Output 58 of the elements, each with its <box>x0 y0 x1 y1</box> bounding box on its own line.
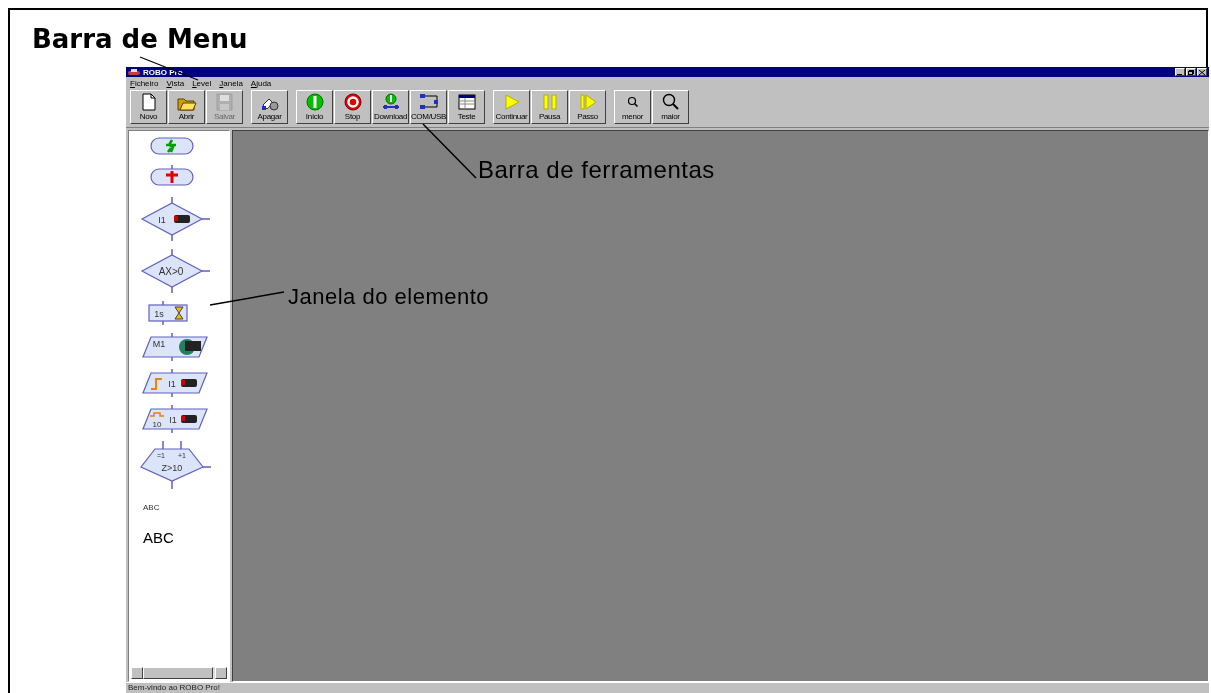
minimize-button[interactable] <box>1175 68 1185 76</box>
open-button[interactable]: Abrir <box>168 90 205 124</box>
callout-heading: Barra de Menu <box>32 24 248 54</box>
leader-line <box>422 123 477 179</box>
close-icon <box>1199 69 1205 75</box>
element-label: 1s <box>154 309 164 319</box>
element-label: M1 <box>152 339 166 349</box>
window-icon <box>456 93 477 111</box>
brick-icon <box>181 415 197 423</box>
element-label: ABC <box>143 503 160 512</box>
download-icon <box>380 93 401 111</box>
motor-icon <box>179 339 201 355</box>
stop-button[interactable]: Stop <box>334 90 371 124</box>
menu-item[interactable]: Janela <box>219 78 243 88</box>
stop-icon <box>342 93 363 111</box>
branch-block-drawing <box>140 249 211 293</box>
continue-button[interactable]: Continuar <box>493 90 530 124</box>
start-icon <box>304 93 325 111</box>
element-label: I1 <box>158 215 166 225</box>
menu-item[interactable]: Level <box>192 78 212 88</box>
callout-label: Barra de ferramentas <box>478 156 715 184</box>
download-button[interactable]: Download <box>372 90 409 124</box>
close-button[interactable] <box>1197 68 1207 76</box>
step-icon <box>577 93 598 111</box>
menu-item[interactable]: Ajuda <box>250 78 272 88</box>
brick-icon <box>181 379 197 387</box>
element-label: ABC <box>143 529 174 546</box>
start-block-drawing <box>150 137 194 155</box>
status-text: Bem-vindo ao ROBO Pro! <box>126 682 1209 693</box>
stop-block-drawing <box>150 165 194 186</box>
element-label: I1 <box>168 379 176 389</box>
menu-item[interactable]: Vista <box>166 78 185 88</box>
element-label: 10 <box>152 420 162 429</box>
start-button[interactable]: Início <box>296 90 333 124</box>
erase-button[interactable]: Apagar <box>251 90 288 124</box>
search-icon <box>660 93 681 111</box>
element-label: Z>10 <box>161 463 183 473</box>
test-button[interactable]: Teste <box>448 90 485 124</box>
menu-item[interactable]: Ficheiro <box>130 78 159 88</box>
port-icon <box>418 93 439 111</box>
brick-icon <box>174 215 190 223</box>
pause-button[interactable]: Pausa <box>531 90 568 124</box>
port-button[interactable]: COM/USB <box>410 90 447 124</box>
element-label: AX>0 <box>158 266 184 277</box>
new-button[interactable]: Novo <box>130 90 167 124</box>
step-button[interactable]: Passo <box>569 90 606 124</box>
loop-counter-drawing <box>140 441 212 489</box>
restore-icon <box>1188 69 1194 75</box>
restore-button[interactable] <box>1186 68 1196 76</box>
hourglass-icon <box>174 306 184 320</box>
callout-label: Janela do elemento <box>288 284 490 310</box>
zoom-out-button[interactable]: menor <box>614 90 651 124</box>
element-label: I1 <box>169 415 177 425</box>
window-title: ROBO Pro <box>143 67 184 77</box>
leader-line <box>139 56 199 81</box>
app-logo-icon <box>128 68 140 76</box>
horizontal-scrollbar[interactable] <box>131 667 227 679</box>
zoom-in-button[interactable]: maior <box>652 90 689 124</box>
